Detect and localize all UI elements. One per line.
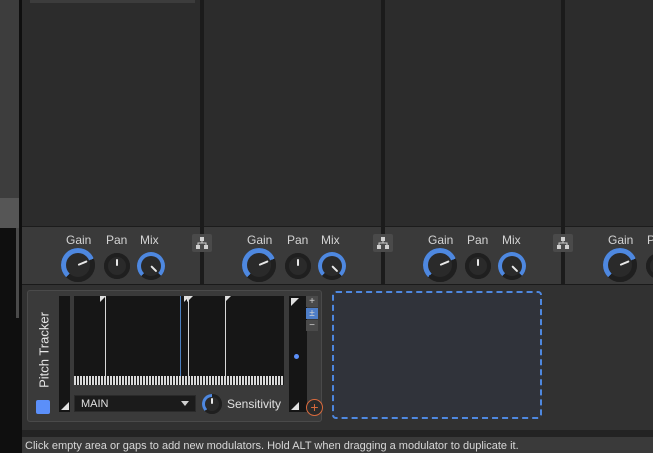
gain-label: Gain bbox=[608, 233, 634, 247]
zoom-out-button[interactable]: − bbox=[306, 320, 318, 331]
pan-knob[interactable] bbox=[285, 253, 311, 279]
gain-knob[interactable] bbox=[603, 248, 637, 282]
zoom-in-button[interactable]: + bbox=[306, 296, 318, 307]
status-text: Click empty area or gaps to add new modu… bbox=[25, 440, 519, 452]
device-pane[interactable] bbox=[22, 0, 200, 226]
mix-knob[interactable] bbox=[318, 252, 346, 280]
left-panel-edge bbox=[16, 228, 19, 318]
source-select[interactable]: MAIN bbox=[74, 395, 196, 412]
pan-label: P bbox=[647, 233, 653, 247]
input-level-meter bbox=[59, 296, 70, 412]
modulation-toggle-button[interactable]: ± bbox=[306, 308, 318, 319]
add-modulation-button[interactable]: + bbox=[306, 399, 323, 416]
mix-label: Mix bbox=[140, 233, 159, 247]
routing-button[interactable] bbox=[192, 234, 212, 252]
device-pane[interactable] bbox=[565, 0, 653, 226]
mix-knob[interactable] bbox=[498, 252, 526, 280]
output-value-dot bbox=[294, 354, 299, 359]
sensitivity-label: Sensitivity bbox=[227, 397, 282, 411]
pitch-graph[interactable] bbox=[74, 296, 284, 384]
pan-label: Pan bbox=[106, 233, 128, 247]
gain-knob[interactable] bbox=[242, 248, 276, 282]
left-panel-divider bbox=[0, 198, 19, 228]
left-edge-strip bbox=[0, 0, 22, 453]
gain-knob[interactable] bbox=[423, 248, 457, 282]
gain-knob[interactable] bbox=[61, 248, 95, 282]
device-pane[interactable] bbox=[204, 0, 381, 226]
routing-icon bbox=[377, 237, 389, 249]
add-modulator-drop-zone[interactable] bbox=[332, 291, 542, 419]
left-panel bbox=[0, 0, 19, 198]
status-bar: Click empty area or gaps to add new modu… bbox=[22, 437, 653, 453]
routing-button[interactable] bbox=[553, 234, 573, 252]
output-level-meter[interactable] bbox=[289, 296, 307, 412]
pan-knob[interactable] bbox=[465, 253, 491, 279]
mix-knob[interactable] bbox=[137, 252, 165, 280]
sensitivity-knob[interactable] bbox=[202, 394, 222, 414]
device-header bbox=[30, 0, 195, 3]
pan-knob[interactable] bbox=[104, 253, 130, 279]
mix-label: Mix bbox=[321, 233, 340, 247]
modulator-scrollbar[interactable] bbox=[22, 430, 653, 437]
gain-label: Gain bbox=[66, 233, 92, 247]
modulator-enable-checkbox[interactable] bbox=[36, 400, 50, 414]
chevron-down-icon bbox=[181, 401, 189, 406]
pan-label: Pan bbox=[467, 233, 489, 247]
modulator-title: Pitch Tracker bbox=[36, 312, 52, 388]
routing-icon bbox=[196, 237, 208, 249]
gain-label: Gain bbox=[247, 233, 273, 247]
routing-button[interactable] bbox=[373, 234, 393, 252]
keyboard-strip[interactable] bbox=[74, 376, 284, 385]
pan-label: Pan bbox=[287, 233, 309, 247]
mix-label: Mix bbox=[502, 233, 521, 247]
routing-icon bbox=[557, 237, 569, 249]
gain-label: Gain bbox=[428, 233, 454, 247]
device-pane[interactable] bbox=[385, 0, 561, 226]
